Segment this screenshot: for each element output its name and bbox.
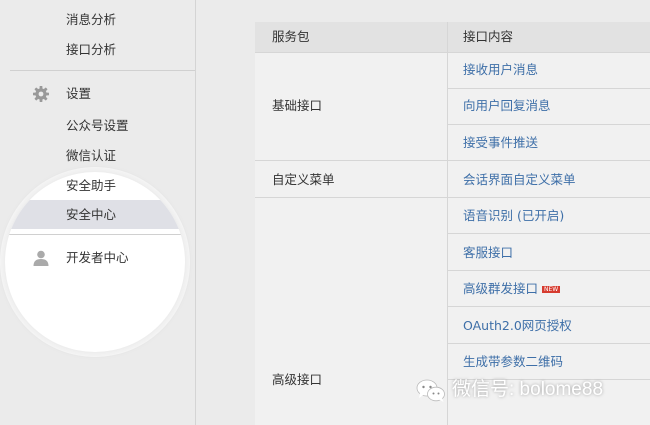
api-link-label: 高级群发接口 <box>463 281 539 296</box>
new-badge: NEW <box>542 286 561 293</box>
sidebar-divider <box>5 234 185 235</box>
sidebar-item-message-analysis[interactable]: 消息分析 <box>66 10 116 30</box>
api-link[interactable]: 会话界面自定义菜单 <box>463 170 576 190</box>
row-divider <box>448 88 650 89</box>
row-divider <box>448 343 650 344</box>
row-divider <box>448 270 650 271</box>
gear-icon <box>33 86 49 102</box>
column-divider <box>447 22 448 425</box>
user-icon <box>33 250 49 266</box>
group-advanced-api: 高级接口 <box>272 372 323 387</box>
row-divider <box>448 306 650 307</box>
row-divider <box>448 124 650 125</box>
spotlight-highlight: 安全助手 安全中心 开发者中心 <box>5 172 185 352</box>
wechat-icon <box>416 379 445 402</box>
table-header: 服务包 接口内容 <box>255 22 650 53</box>
sidebar-item-wechat-verification[interactable]: 微信认证 <box>66 146 116 166</box>
column-header-content: 接口内容 <box>463 29 514 44</box>
group-custom-menu: 自定义菜单 <box>272 172 335 187</box>
api-link[interactable]: 接受事件推送 <box>463 133 538 153</box>
sidebar-item-account-settings[interactable]: 公众号设置 <box>66 116 129 136</box>
api-link[interactable]: 客服接口 <box>463 243 513 263</box>
sidebar-item-security-assistant[interactable]: 安全助手 <box>66 176 116 196</box>
api-link-with-badge[interactable]: 高级群发接口 NEW <box>463 279 561 299</box>
sidebar-item-security-center[interactable]: 安全中心 <box>66 205 116 225</box>
column-header-package: 服务包 <box>272 29 310 44</box>
api-permissions-table: 服务包 接口内容 基础接口 接收用户消息 向用户回复消息 接受事件推送 自定义菜… <box>255 22 650 425</box>
sidebar-divider <box>10 70 195 71</box>
api-link[interactable]: 接收用户消息 <box>463 60 538 80</box>
group-divider <box>255 197 650 198</box>
api-link[interactable]: OAuth2.0网页授权 <box>463 316 572 336</box>
api-link[interactable]: 向用户回复消息 <box>463 96 551 116</box>
watermark-text: 微信号: bolome88 <box>452 379 604 400</box>
group-divider <box>255 160 650 161</box>
api-link[interactable]: 语音识别 (已开启) <box>463 206 564 226</box>
sidebar-section-label: 开发者中心 <box>66 250 129 265</box>
group-basic-api: 基础接口 <box>272 98 323 113</box>
sidebar-item-api-analysis[interactable]: 接口分析 <box>66 40 116 60</box>
api-link[interactable]: 生成带参数二维码 <box>463 352 563 372</box>
row-divider <box>448 233 650 234</box>
sidebar-section-label: 设置 <box>66 86 92 101</box>
